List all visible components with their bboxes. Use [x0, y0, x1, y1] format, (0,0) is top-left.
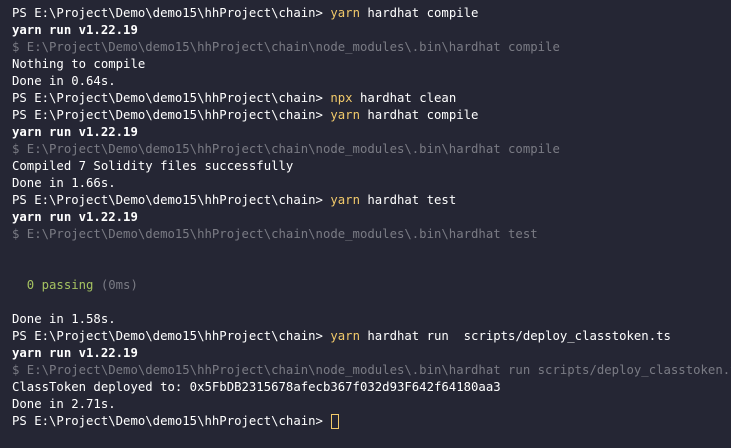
terminal-line: PS E:\Project\Demo\demo15\hhProject\chai… [12, 5, 731, 22]
terminal-line: ClassToken deployed to: 0x5FbDB2315678af… [12, 379, 731, 396]
yarn-version-line: yarn run v1.22.19 [12, 23, 138, 37]
prompt-path: PS E:\Project\Demo\demo15\hhProject\chai… [12, 414, 331, 428]
prompt-path: PS E:\Project\Demo\demo15\hhProject\chai… [12, 108, 331, 122]
resolved-command-line: $ E:\Project\Demo\demo15\hhProject\chain… [12, 363, 731, 377]
terminal-line: Done in 0.64s. [12, 73, 731, 90]
terminal-line: PS E:\Project\Demo\demo15\hhProject\chai… [12, 107, 731, 124]
output-text: Done in 1.58s. [12, 312, 116, 326]
terminal-line: Nothing to compile [12, 56, 731, 73]
terminal-line: yarn run v1.22.19 [12, 345, 731, 362]
yarn-version-line: yarn run v1.22.19 [12, 125, 138, 139]
terminal-line: yarn run v1.22.19 [12, 22, 731, 39]
terminal-line: Done in 1.58s. [12, 311, 731, 328]
output-text: Compiled 7 Solidity files successfully [12, 159, 294, 173]
terminal-line: $ E:\Project\Demo\demo15\hhProject\chain… [12, 141, 731, 158]
command-name: yarn [330, 193, 360, 207]
command-name: yarn [330, 6, 360, 20]
terminal-line: $ E:\Project\Demo\demo15\hhProject\chain… [12, 39, 731, 56]
resolved-command-line: $ E:\Project\Demo\demo15\hhProject\chain… [12, 142, 560, 156]
output-text: Nothing to compile [12, 57, 146, 71]
resolved-command-line: $ E:\Project\Demo\demo15\hhProject\chain… [12, 40, 560, 54]
terminal-line: Compiled 7 Solidity files successfully [12, 158, 731, 175]
test-duration: (0ms) [93, 278, 138, 292]
terminal-line: PS E:\Project\Demo\demo15\hhProject\chai… [12, 192, 731, 209]
resolved-command-line: $ E:\Project\Demo\demo15\hhProject\chain… [12, 227, 538, 241]
terminal-line: $ E:\Project\Demo\demo15\hhProject\chain… [12, 226, 731, 243]
output-text: Done in 2.71s. [12, 397, 116, 411]
yarn-version-line: yarn run v1.22.19 [12, 210, 138, 224]
command-args: hardhat test [359, 193, 457, 207]
command-args: hardhat clean [352, 91, 457, 105]
command-name: yarn [330, 329, 360, 343]
command-name: npx [330, 91, 353, 105]
prompt-path: PS E:\Project\Demo\demo15\hhProject\chai… [12, 193, 331, 207]
command-args: hardhat run scripts/deploy_classtoken.ts [359, 329, 671, 343]
prompt-path: PS E:\Project\Demo\demo15\hhProject\chai… [12, 6, 331, 20]
terminal-line: PS E:\Project\Demo\demo15\hhProject\chai… [12, 328, 731, 345]
yarn-version-line: yarn run v1.22.19 [12, 346, 138, 360]
command-name: yarn [330, 108, 360, 122]
command-args: hardhat compile [359, 108, 479, 122]
terminal-line: yarn run v1.22.19 [12, 209, 731, 226]
terminal-line: Done in 2.71s. [12, 396, 731, 413]
prompt-path: PS E:\Project\Demo\demo15\hhProject\chai… [12, 329, 331, 343]
command-args: hardhat compile [359, 6, 479, 20]
terminal-line: PS E:\Project\Demo\demo15\hhProject\chai… [12, 413, 731, 430]
terminal-line: yarn run v1.22.19 [12, 124, 731, 141]
prompt-path: PS E:\Project\Demo\demo15\hhProject\chai… [12, 91, 331, 105]
output-text: Done in 1.66s. [12, 176, 116, 190]
terminal-line: PS E:\Project\Demo\demo15\hhProject\chai… [12, 90, 731, 107]
output-text: Done in 0.64s. [12, 74, 116, 88]
test-result-text: 0 passing [12, 278, 94, 292]
output-text: ClassToken deployed to: 0x5FbDB2315678af… [12, 380, 501, 394]
text-cursor [331, 414, 340, 429]
terminal-line: 0 passing (0ms) [12, 277, 731, 294]
terminal-line: $ E:\Project\Demo\demo15\hhProject\chain… [12, 362, 731, 379]
terminal-line: Done in 1.66s. [12, 175, 731, 192]
terminal-output[interactable]: PS E:\Project\Demo\demo15\hhProject\chai… [0, 0, 731, 448]
